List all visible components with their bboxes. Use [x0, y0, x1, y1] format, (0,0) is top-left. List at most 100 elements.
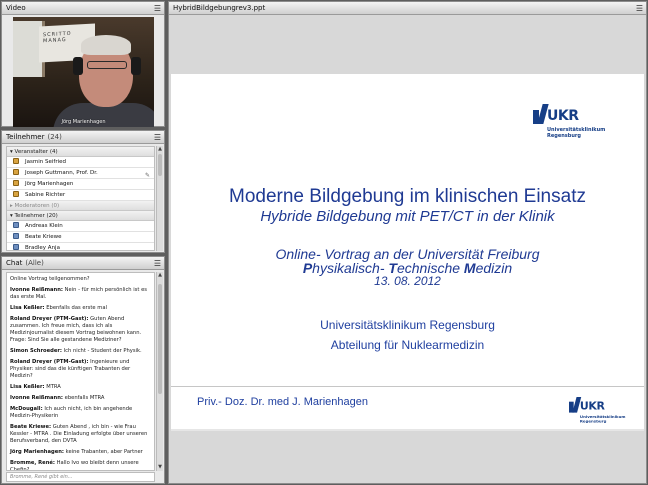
chat-title: Chat [6, 259, 23, 267]
participant-name: Jörg Marienhagen [25, 181, 74, 187]
pod-menu-icon[interactable]: ☰ [154, 132, 161, 143]
host-icon [13, 169, 19, 175]
slide-heading: Moderne Bildgebung im klinischen Einsatz [229, 186, 586, 207]
slide-divider [171, 386, 644, 387]
participants-pod: Teilnehmer (24) ☰ ▾ Veranstalter (4) Jasmi… [1, 130, 165, 253]
chat-text: ebenfalls MTRA [64, 395, 105, 401]
participant-name: Joseph Guttmann, Prof. Dr. [25, 170, 98, 176]
participant-group[interactable]: ▾ Teilnehmer (20) [7, 211, 154, 221]
participants-count: (24) [47, 133, 62, 141]
participant-name: Jasmin Seifried [25, 159, 66, 165]
participant-name: Bradley Anja [25, 245, 60, 251]
participants-scrollbar[interactable]: ▲ [156, 146, 163, 251]
webcam-feed: SCRITTO MANAG Jörg Marienhagen [13, 17, 154, 127]
presenter-caption: Jörg Marienhagen [61, 119, 106, 125]
chat-sender: Bromme, René: [10, 460, 55, 466]
slide-org-1: Universitätsklinikum Regensburg [320, 318, 495, 332]
participant-group[interactable]: ▸ Moderatoren (0) [7, 201, 154, 211]
host-icon [13, 191, 19, 197]
participant-name: Andreas Klein [25, 223, 63, 229]
chat-text: keine Trabanten, aber Partner [65, 449, 143, 455]
chat-sender: Jörg Marienhagen: [10, 449, 64, 455]
pod-menu-icon[interactable]: ☰ [154, 258, 161, 269]
chat-sender: Roland Dreyer (PTM-Gast): [10, 316, 89, 322]
chat-message: Online Vortrag teilgenommen? [10, 276, 151, 283]
chat-scrollbar[interactable]: ▲ ▼ [156, 272, 163, 471]
chat-sender: Simon Schroeder: [10, 348, 62, 354]
chat-message: Ivonne Reißmann: Nein - für mich persönl… [10, 287, 151, 301]
host-icon [13, 158, 19, 164]
chat-sender: Roland Dreyer (PTM-Gast): [10, 359, 89, 365]
chat-message: McDougall: Ich auch nicht, ich bin angeh… [10, 406, 151, 420]
slide: UKR Universitätsklinikum Regensburg Moder… [171, 74, 644, 429]
slide-org-2: Abteilung für Nuklearmedizin [330, 338, 485, 352]
chat-sender: Ivonne Reißmann: [10, 395, 63, 401]
participant-row[interactable]: Bradley Anja [7, 243, 154, 251]
scroll-thumb[interactable] [158, 154, 162, 176]
pod-menu-icon[interactable]: ☰ [154, 3, 161, 14]
video-pod: Video ☰ SCRITTO MANAG Jörg Marienhagen [1, 1, 165, 127]
presenter-hair [81, 35, 131, 55]
presentation-filename: HybridBildgebungrev3.ppt [173, 4, 266, 12]
chat-pod-title: Chat (Alle) ☰ [2, 257, 164, 270]
headset-right [131, 57, 141, 75]
chat-message: Lisa Keßler: Ebenfalls das erste mal [10, 305, 151, 312]
slide-date: 13. 08. 2012 [374, 274, 441, 288]
chat-sender: Beate Kriewe: [10, 424, 52, 430]
participant-name: Beate Kriewe [25, 234, 62, 240]
chat-text: Ebenfalls das erste mal [46, 305, 107, 311]
participant-list: ▾ Veranstalter (4) Jasmin Seifried Joseph … [6, 146, 155, 251]
chat-text: Ich nicht - Student der Physik. [63, 348, 142, 354]
chat-sender: Ivonne Reißmann: [10, 287, 63, 293]
user-icon [13, 244, 19, 250]
scroll-thumb[interactable] [158, 284, 162, 394]
logo-text: UKR [547, 108, 579, 124]
logo-sub-2: Regensburg [547, 133, 581, 139]
chat-text: MTRA [46, 384, 61, 390]
headset-left [73, 57, 83, 75]
participant-row[interactable]: Jörg Marienhagen [7, 179, 154, 190]
slide-subheading: Hybride Bildgebung mit PET/CT in der Kli… [260, 208, 555, 225]
share-pod: HybridBildgebungrev3.ppt ☰ UKR Universit… [168, 1, 647, 484]
host-icon [13, 180, 19, 186]
chat-scope[interactable]: (Alle) [25, 259, 43, 267]
pod-menu-icon[interactable]: ☰ [636, 3, 643, 14]
participants-title: Teilnehmer [6, 133, 45, 141]
presenter-glasses [87, 61, 127, 69]
chat-message: Roland Dreyer (PTM-Gast): Guten Abend zu… [10, 316, 151, 344]
user-icon [13, 222, 19, 228]
participant-row[interactable]: Andreas Klein [7, 221, 154, 232]
participant-row[interactable]: Beate Kriewe [7, 232, 154, 243]
chat-typing-indicator: Bromme, René gibt ein... [6, 472, 155, 482]
chat-pod: Chat (Alle) ☰ Online Vortrag teilgenommen… [1, 256, 165, 484]
chat-message: Simon Schroeder: Ich nicht - Student der… [10, 348, 151, 355]
chat-message: Roland Dreyer (PTM-Gast): Ingenieure und… [10, 359, 151, 380]
chat-text: Online Vortrag teilgenommen? [10, 276, 90, 282]
chat-message: Ivonne Reißmann: ebenfalls MTRA [10, 395, 151, 402]
chat-messages: Online Vortrag teilgenommen? Ivonne Reißm… [6, 272, 155, 471]
slide-canvas: UKR Universitätsklinikum Regensburg Moder… [171, 74, 644, 431]
participant-row[interactable]: Sabine Richter [7, 190, 154, 201]
participant-row[interactable]: Joseph Guttmann, Prof. Dr. ✎ [7, 168, 154, 179]
share-pod-title: HybridBildgebungrev3.ppt ☰ [169, 2, 646, 15]
scroll-down-icon[interactable]: ▼ [157, 464, 163, 471]
chat-sender: McDougall: [10, 406, 43, 412]
chat-message: Lisa Keßler: MTRA [10, 384, 151, 391]
video-title: Video [6, 4, 26, 12]
chat-sender: Lisa Keßler: [10, 305, 45, 311]
video-pod-title: Video ☰ [2, 2, 164, 15]
chat-sender: Lisa Keßler: [10, 384, 45, 390]
chat-message: Beate Kriewe: Guten Abend , ich bin - wi… [10, 424, 151, 445]
participant-group[interactable]: ▾ Veranstalter (4) [7, 147, 154, 157]
scroll-up-icon[interactable]: ▲ [157, 272, 163, 279]
logo-text-footer: UKR [579, 400, 605, 413]
participants-pod-title: Teilnehmer (24) ☰ [2, 131, 164, 144]
scroll-up-icon[interactable]: ▲ [157, 146, 163, 153]
chat-message: Jörg Marienhagen: keine Trabanten, aber … [10, 449, 151, 456]
logo-sub-2-footer: Regensburg [579, 419, 607, 425]
user-icon [13, 233, 19, 239]
participant-name: Sabine Richter [25, 192, 66, 198]
participant-row[interactable]: Jasmin Seifried [7, 157, 154, 168]
slide-author: Priv.- Doz. Dr. med J. Marienhagen [197, 396, 368, 408]
chat-message: Bromme, René: Hallo Ivo wo bleibt denn u… [10, 460, 151, 470]
